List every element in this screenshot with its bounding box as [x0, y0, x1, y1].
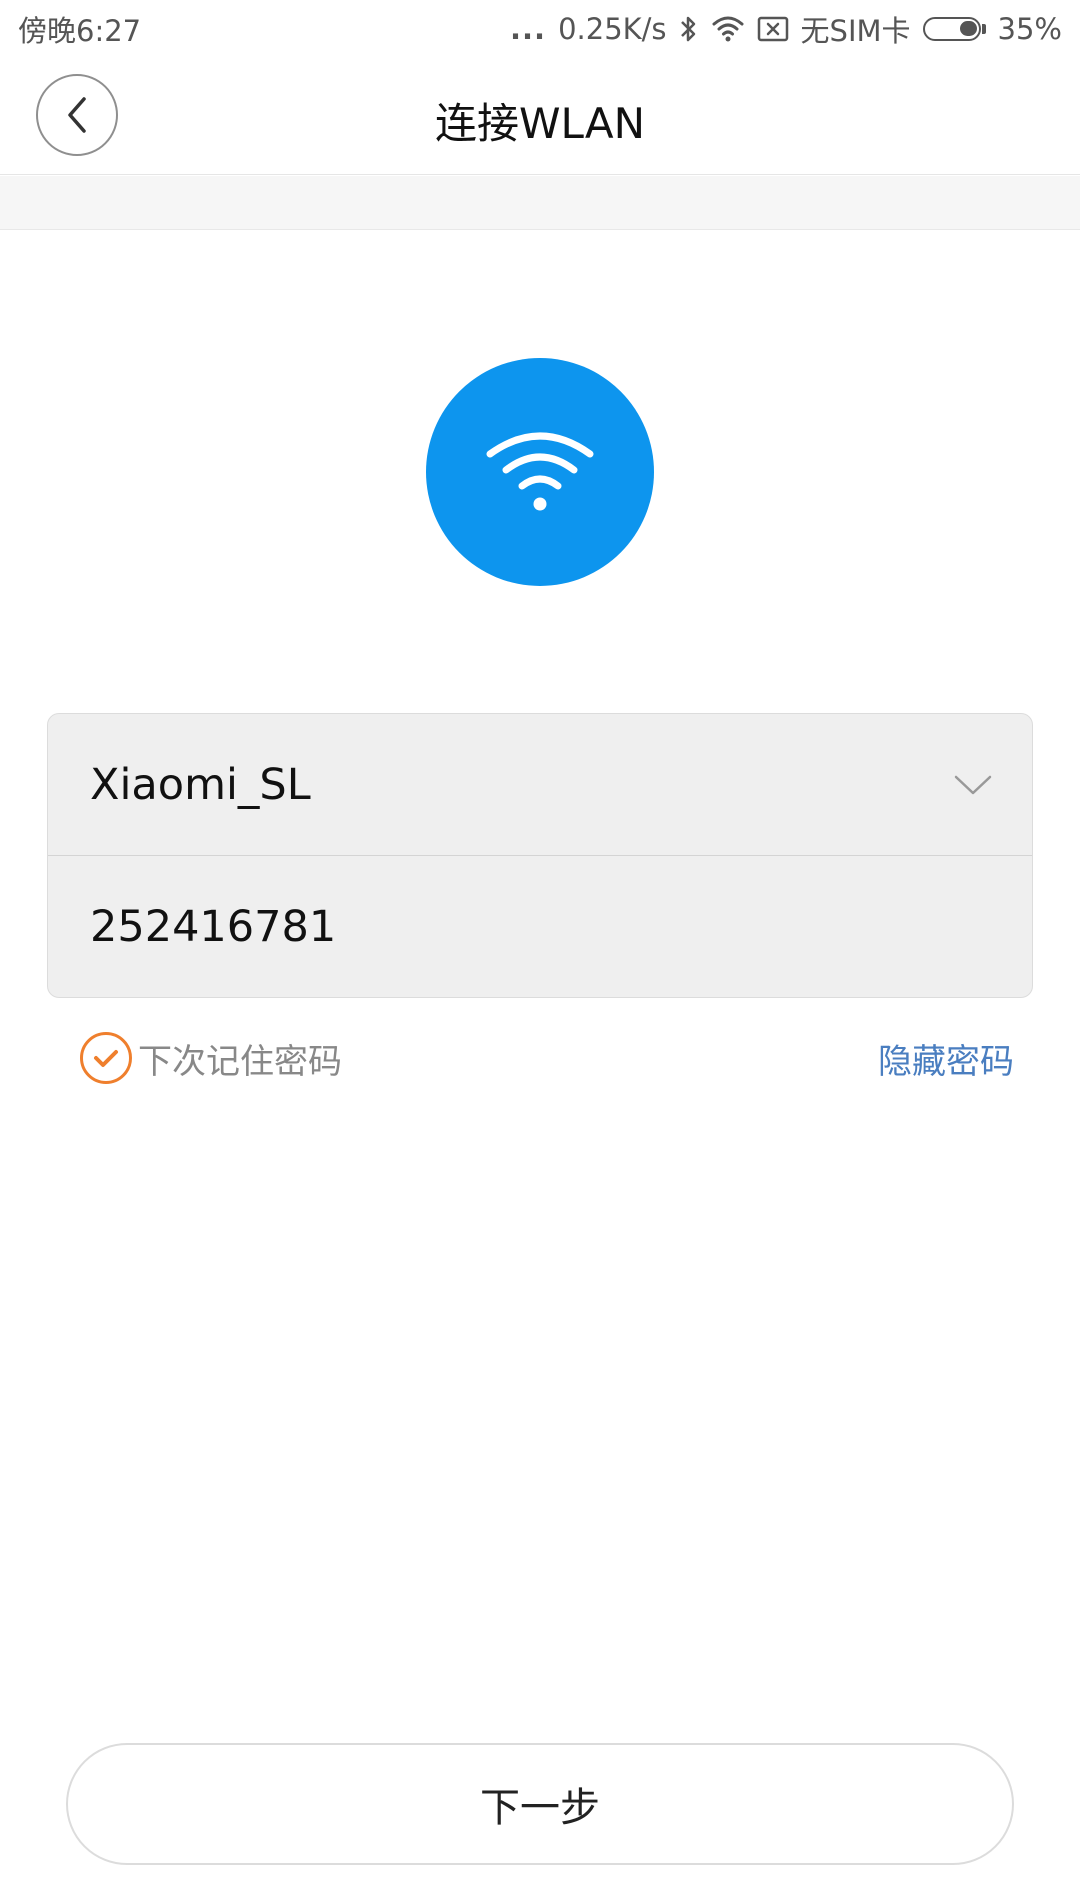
divider-band	[0, 176, 1080, 230]
wifi-form-card: Xiaomi_SL 252416781	[47, 713, 1033, 998]
bluetooth-icon	[679, 14, 699, 44]
wifi-icon	[711, 15, 745, 43]
battery-icon	[922, 17, 986, 41]
no-sim-icon	[757, 15, 789, 43]
chevron-down-icon	[954, 774, 992, 796]
page-title: 连接WLAN	[434, 99, 646, 148]
next-step-button[interactable]: 下一步	[66, 1743, 1014, 1865]
battery-percent: 35%	[997, 12, 1062, 46]
remember-password-checkbox[interactable]: 下次记住密码	[80, 1032, 342, 1084]
options-row: 下次记住密码 隐藏密码	[80, 1030, 1014, 1086]
network-name: Xiaomi_SL	[90, 759, 311, 810]
remember-password-label: 下次记住密码	[138, 1041, 342, 1082]
network-select[interactable]: Xiaomi_SL	[48, 714, 1032, 856]
sim-status: 无SIM卡	[800, 14, 911, 48]
wifi-icon	[486, 432, 594, 511]
status-bar: 傍晚6:27 ... 0.25K/s 无SIM卡 35%	[0, 0, 1080, 58]
net-speed: 0.25K/s	[558, 12, 667, 46]
wifi-emblem	[426, 358, 654, 586]
password-field[interactable]: 252416781	[48, 856, 1032, 997]
status-time: 傍晚6:27	[18, 14, 142, 48]
check-icon	[80, 1032, 132, 1084]
password-value: 252416781	[90, 902, 337, 952]
hide-password-link[interactable]: 隐藏密码	[878, 1034, 1014, 1083]
header: 连接WLAN	[0, 58, 1080, 175]
more-dots-icon: ...	[510, 12, 547, 46]
